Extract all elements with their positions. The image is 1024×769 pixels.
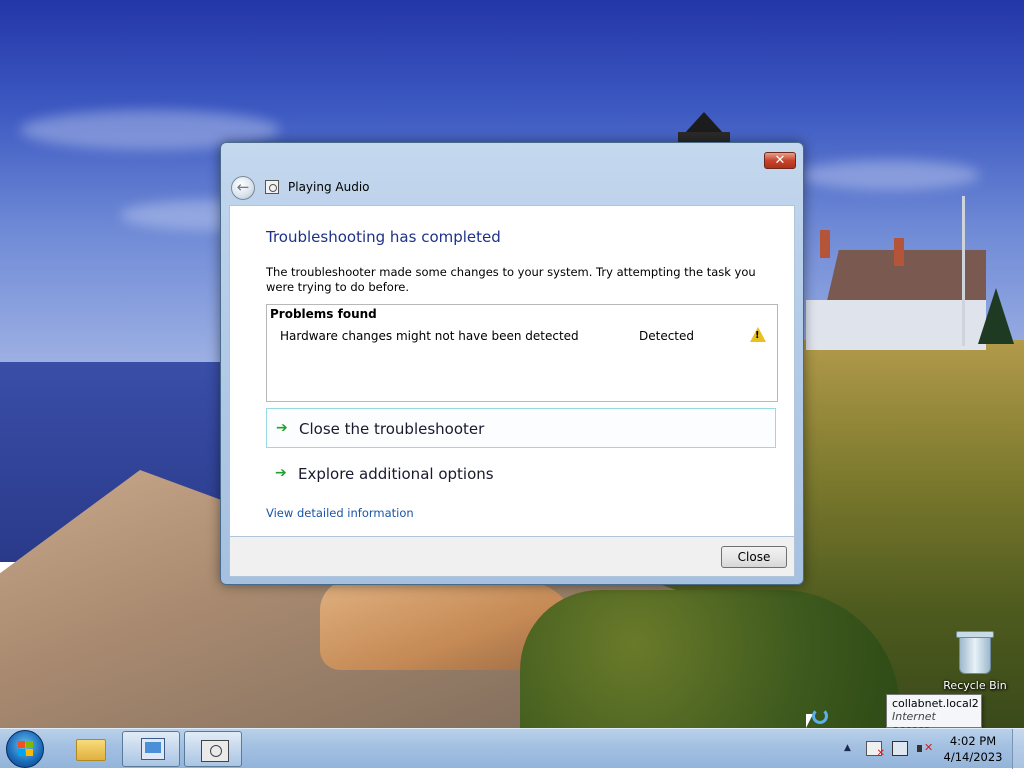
tooltip-count: 2 xyxy=(971,697,979,710)
window-close-button[interactable]: ✕ xyxy=(764,152,796,169)
troubleshooter-window: ✕ ← Playing Audio Troubleshooting has co… xyxy=(220,142,804,585)
dialog-footer: Close xyxy=(229,537,795,577)
volume-muted-icon[interactable] xyxy=(916,741,933,756)
option-label: Close the troubleshooter xyxy=(299,420,485,438)
system-clock[interactable]: 4:02 PM 4/14/2023 xyxy=(940,733,1006,765)
taskbar-troubleshooter-button[interactable] xyxy=(184,731,242,767)
recycle-bin-shortcut[interactable]: Recycle Bin xyxy=(942,630,1008,700)
computer-program-icon xyxy=(141,738,165,760)
windows-logo-icon xyxy=(18,741,33,756)
close-troubleshooter-option[interactable]: ➔ Close the troubleshooter xyxy=(266,408,776,448)
problems-header: Problems found xyxy=(270,307,377,321)
page-heading: Troubleshooting has completed xyxy=(266,228,501,246)
problem-status: Detected xyxy=(639,329,695,343)
clock-date: 4/14/2023 xyxy=(943,750,1003,764)
taskbar: ▲ 4:02 PM 4/14/2023 xyxy=(0,728,1024,769)
problem-description: Hardware changes might not have been det… xyxy=(280,329,579,343)
close-icon: ✕ xyxy=(774,153,786,168)
close-button[interactable]: Close xyxy=(721,546,787,568)
page-description: The troubleshooter made some changes to … xyxy=(266,265,756,294)
back-button[interactable]: ← xyxy=(231,176,255,200)
clock-time: 4:02 PM xyxy=(949,734,997,748)
show-hidden-icons-button[interactable]: ▲ xyxy=(844,743,851,753)
wallpaper-house xyxy=(806,230,986,350)
network-icon[interactable] xyxy=(892,741,908,756)
green-arrow-icon: ➔ xyxy=(275,465,287,481)
explore-options-option[interactable]: ➔ Explore additional options xyxy=(266,454,776,494)
network-tooltip: collabnet.local 2 Internet access xyxy=(886,694,982,736)
option-label: Explore additional options xyxy=(298,465,494,483)
green-arrow-icon: ➔ xyxy=(276,420,288,436)
show-desktop-button[interactable] xyxy=(1012,729,1024,769)
back-arrow-icon: ← xyxy=(236,178,250,196)
audio-device-icon xyxy=(265,180,279,194)
view-detailed-information-link[interactable]: View detailed information xyxy=(266,506,414,520)
tooltip-network-name: collabnet.local xyxy=(892,697,972,710)
action-center-flag-icon[interactable] xyxy=(866,741,885,759)
taskbar-program-button[interactable] xyxy=(122,731,180,767)
busy-spinner-icon xyxy=(812,708,828,724)
dialog-content: Troubleshooting has completed The troubl… xyxy=(229,205,795,537)
recycle-bin-icon xyxy=(956,631,994,674)
warning-icon: ! xyxy=(750,327,766,342)
start-button[interactable] xyxy=(6,730,44,768)
problems-found-panel: Problems found Hardware changes might no… xyxy=(266,304,778,402)
taskbar-explorer-button[interactable] xyxy=(60,731,118,767)
folder-icon xyxy=(76,739,106,761)
recycle-bin-label: Recycle Bin xyxy=(943,679,1007,692)
window-title: Playing Audio xyxy=(288,180,370,194)
lighthouse-top xyxy=(678,100,730,145)
audio-device-icon xyxy=(201,740,229,762)
